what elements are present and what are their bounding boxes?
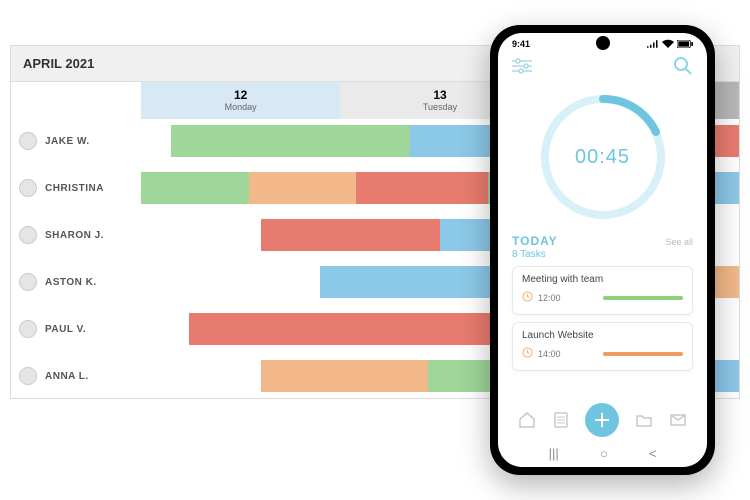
day-num: 12 bbox=[141, 88, 340, 102]
staff-name: ANNA L. bbox=[45, 371, 89, 382]
android-home-icon[interactable]: ○ bbox=[600, 446, 608, 461]
task-count: 8 Tasks bbox=[512, 249, 693, 260]
schedule-bar[interactable] bbox=[171, 125, 410, 157]
wifi-icon bbox=[662, 39, 674, 50]
task-time: 14:00 bbox=[538, 349, 561, 359]
staff-label: ASTON K. bbox=[11, 273, 141, 291]
day-name: Tuesday bbox=[423, 102, 457, 112]
task-card[interactable]: Meeting with team 12:00 bbox=[512, 266, 693, 315]
add-button[interactable] bbox=[585, 403, 619, 437]
staff-name: PAUL V. bbox=[45, 324, 86, 335]
folder-icon[interactable] bbox=[635, 411, 653, 429]
android-nav-bar: ||| ○ < bbox=[498, 441, 707, 467]
timer-value: 00:45 bbox=[550, 104, 656, 210]
battery-icon bbox=[677, 40, 693, 50]
schedule-bar[interactable] bbox=[261, 219, 440, 251]
timer-widget[interactable]: 00:45 bbox=[498, 84, 707, 234]
avatar bbox=[19, 320, 37, 338]
home-icon[interactable] bbox=[518, 411, 536, 429]
staff-label: CHRISTINA bbox=[11, 179, 141, 197]
avatar bbox=[19, 226, 37, 244]
phone-mockup: 9:41 bbox=[490, 25, 715, 475]
android-back-icon[interactable]: < bbox=[649, 446, 657, 461]
schedule-bar[interactable] bbox=[141, 172, 249, 204]
android-recent-icon[interactable]: ||| bbox=[549, 446, 559, 461]
clock-icon bbox=[522, 345, 533, 363]
staff-label: PAUL V. bbox=[11, 320, 141, 338]
mail-icon[interactable] bbox=[669, 411, 687, 429]
staff-label: ANNA L. bbox=[11, 367, 141, 385]
bottom-nav bbox=[498, 397, 707, 441]
task-time: 12:00 bbox=[538, 293, 561, 303]
status-time: 9:41 bbox=[512, 39, 530, 50]
task-title: Launch Website bbox=[522, 330, 683, 341]
schedule-bar[interactable] bbox=[715, 172, 739, 204]
today-heading: TODAY bbox=[512, 234, 558, 248]
staff-label: SHARON J. bbox=[11, 226, 141, 244]
staff-name: ASTON K. bbox=[45, 277, 97, 288]
task-progress-bar bbox=[603, 296, 683, 300]
schedule-bar[interactable] bbox=[261, 360, 428, 392]
staff-name: SHARON J. bbox=[45, 230, 104, 241]
staff-name: JAKE W. bbox=[45, 136, 90, 147]
signal-icon bbox=[647, 40, 659, 50]
search-icon[interactable] bbox=[673, 56, 693, 76]
clock-icon bbox=[522, 289, 533, 307]
task-card[interactable]: Launch Website 14:00 bbox=[512, 322, 693, 371]
avatar bbox=[19, 273, 37, 291]
task-progress-bar bbox=[603, 352, 683, 356]
day-name: Monday bbox=[225, 102, 257, 112]
schedule-bar[interactable] bbox=[715, 360, 739, 392]
see-all-link[interactable]: See all bbox=[665, 237, 693, 247]
staff-name: CHRISTINA bbox=[45, 183, 104, 194]
day-header-monday[interactable]: 12 Monday bbox=[141, 82, 340, 119]
phone-notch bbox=[596, 36, 610, 50]
staff-label: JAKE W. bbox=[11, 132, 141, 150]
avatar bbox=[19, 367, 37, 385]
avatar bbox=[19, 132, 37, 150]
list-icon[interactable] bbox=[552, 411, 570, 429]
schedule-bar[interactable] bbox=[715, 125, 739, 157]
task-title: Meeting with team bbox=[522, 274, 683, 285]
schedule-bar[interactable] bbox=[249, 172, 357, 204]
filter-sliders-icon[interactable] bbox=[512, 58, 532, 74]
avatar bbox=[19, 179, 37, 197]
schedule-bar[interactable] bbox=[356, 172, 488, 204]
